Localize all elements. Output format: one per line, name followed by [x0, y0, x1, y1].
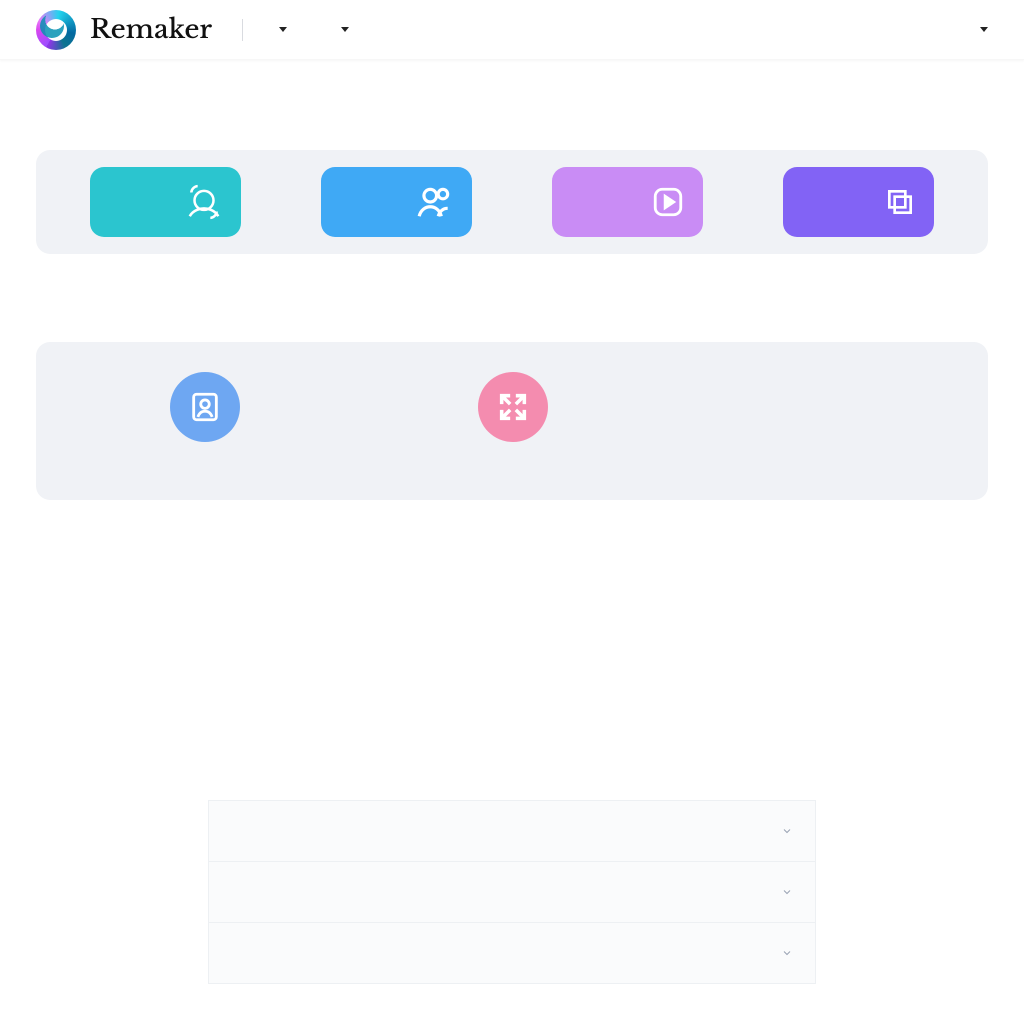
caret-down-icon	[341, 27, 349, 32]
logo-text: Remaker	[90, 14, 212, 46]
face-swap-icon	[185, 183, 223, 221]
copy-icon	[884, 186, 916, 218]
tool-expand[interactable]	[478, 372, 548, 442]
logo[interactable]: Remaker	[36, 10, 212, 50]
all-tools-panel	[36, 342, 988, 500]
tool-face-swap[interactable]	[90, 167, 241, 237]
chevron-down-icon	[781, 886, 793, 898]
caret-down-icon	[279, 27, 287, 32]
tool-video[interactable]	[552, 167, 703, 237]
nav-dropdown-2[interactable]	[335, 27, 349, 32]
chevron-down-icon	[781, 825, 793, 837]
expand-icon	[496, 390, 530, 424]
faq-item[interactable]	[208, 922, 816, 984]
play-icon	[651, 185, 685, 219]
divider	[242, 19, 243, 41]
people-icon	[416, 183, 454, 221]
quick-tools-panel	[36, 150, 988, 254]
caret-down-icon	[980, 27, 988, 32]
faq-item[interactable]	[208, 800, 816, 861]
chevron-down-icon	[781, 947, 793, 959]
tool-headshot[interactable]	[170, 372, 240, 442]
faq-panel	[208, 800, 816, 984]
tool-batch[interactable]	[783, 167, 934, 237]
nav-right-dropdown[interactable]	[974, 27, 988, 32]
headshot-icon	[188, 390, 222, 424]
header-bar: Remaker	[0, 0, 1024, 60]
logo-icon	[36, 10, 76, 50]
faq-item[interactable]	[208, 861, 816, 922]
tool-multi-face[interactable]	[321, 167, 472, 237]
nav-dropdown-1[interactable]	[273, 27, 287, 32]
